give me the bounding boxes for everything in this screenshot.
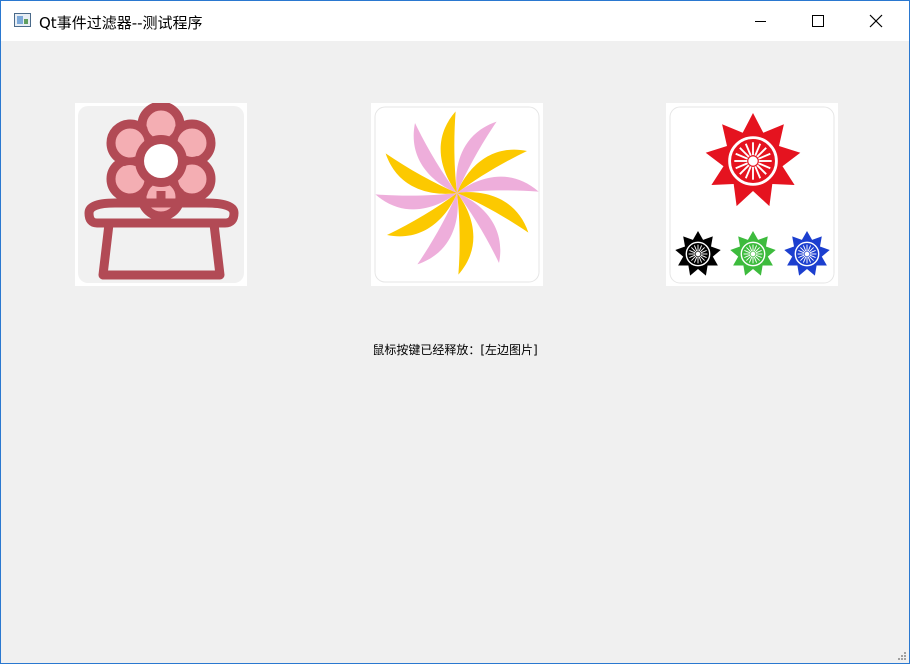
sunflowers-icon	[669, 106, 835, 284]
maximize-button[interactable]	[789, 1, 847, 41]
resize-grip-icon[interactable]	[896, 650, 906, 660]
pinwheel-icon	[374, 106, 540, 283]
close-icon	[869, 14, 883, 28]
right-image[interactable]	[666, 103, 838, 286]
main-window: Qt事件过滤器--测试程序 鼠标按键已经释放：[左边图片]	[0, 0, 910, 664]
close-button[interactable]	[847, 1, 905, 41]
window-title: Qt事件过滤器--测试程序	[39, 14, 203, 32]
maximize-icon	[812, 15, 824, 27]
left-image[interactable]	[75, 103, 247, 286]
client-area: 鼠标按键已经释放：[左边图片]	[1, 41, 909, 663]
app-icon[interactable]	[14, 13, 31, 27]
title-bar[interactable]: Qt事件过滤器--测试程序	[1, 1, 909, 41]
middle-image[interactable]	[371, 103, 543, 286]
status-label: 鼠标按键已经释放：[左边图片]	[372, 343, 538, 357]
minimize-button[interactable]	[731, 1, 789, 41]
minimize-icon	[755, 21, 766, 22]
flower-pot-icon	[78, 103, 244, 283]
